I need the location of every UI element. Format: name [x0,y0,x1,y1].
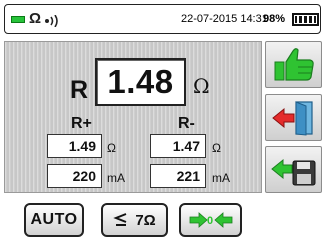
r-minus-current-box: 221 [150,164,206,188]
battery-percent: 98% [263,13,286,25]
zero-calibration-icon: 0 [189,212,232,228]
r-plus-resistance-box: 1.49 [47,134,102,158]
r-plus-current-box: 220 [47,164,102,188]
thumbs-up-icon [274,48,314,81]
r-minus-label: R- [178,115,195,132]
auto-label: AUTO [30,211,78,228]
auto-button[interactable]: AUTO [24,203,84,237]
wireless-icon [45,15,58,27]
test-lead-icon [11,16,25,23]
r-plus-label: R+ [71,115,92,132]
r-minus-current-value: 221 [176,168,200,184]
date-time: 22-07-2015 14:31 [181,13,268,25]
exit-door-icon [272,101,313,136]
resistance-display: 1.48 [95,58,186,106]
r-minus-resistance-value: 1.47 [172,138,200,154]
range-button[interactable]: 7Ω [101,203,168,237]
r-minus-resistance-box: 1.47 [150,134,206,158]
status-bar: Ω 22-07-2015 14:31 98% [4,4,321,34]
r-plus-current-value: 220 [72,168,96,184]
r-minus-resistance-unit: Ω [212,141,221,155]
less-equal-icon [113,213,127,226]
save-to-disk-icon [271,158,316,186]
zero-button[interactable]: 0 [179,203,242,237]
svg-text:0: 0 [207,215,213,227]
mode-symbol: Ω [29,10,42,27]
battery-icon [292,13,319,26]
r-minus-current-unit: mA [212,171,230,185]
accept-button[interactable] [265,41,322,88]
resistance-unit: Ω [193,74,210,98]
exit-button[interactable] [265,94,322,141]
r-plus-resistance-unit: Ω [107,141,116,155]
save-button[interactable] [265,146,322,193]
resistance-label: R [70,76,89,104]
resistance-value: 1.48 [107,63,174,100]
r-plus-resistance-value: 1.49 [68,138,96,154]
range-value: 7Ω [135,211,156,229]
r-plus-current-unit: mA [107,171,125,185]
